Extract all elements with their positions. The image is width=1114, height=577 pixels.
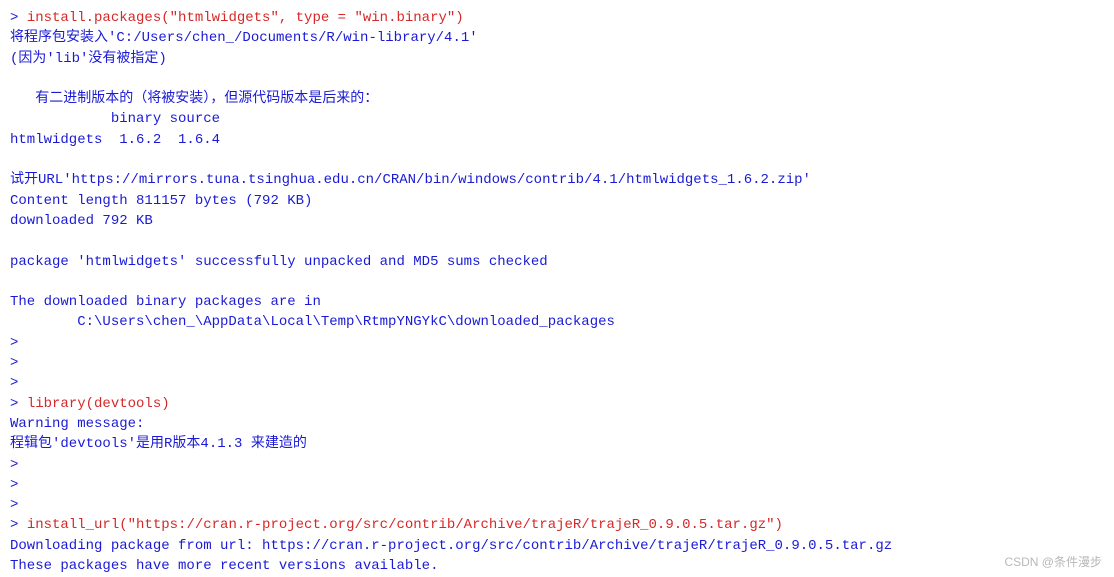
output-text: [10, 233, 18, 249]
output-text: C:\Users\chen_\AppData\Local\Temp\RtmpYN…: [10, 314, 615, 330]
output-text: downloaded 792 KB: [10, 213, 153, 229]
r-console-output[interactable]: > install.packages("htmlwidgets", type =…: [10, 8, 1104, 576]
output-text: 有二进制版本的（将被安装），但源代码版本是后来的：: [10, 91, 378, 107]
prompt: >: [10, 396, 27, 412]
output-text: Warning message:: [10, 416, 144, 432]
prompt: >: [10, 335, 27, 351]
console-line: Content length 811157 bytes (792 KB): [10, 191, 1104, 211]
console-line: 将程序包安装入'C:/Users/chen_/Documents/R/win-l…: [10, 28, 1104, 48]
console-line: [10, 231, 1104, 251]
console-line: [10, 272, 1104, 292]
console-line: 试开URL'https://mirrors.tuna.tsinghua.edu.…: [10, 170, 1104, 190]
output-text: These packages have more recent versions…: [10, 558, 438, 574]
output-text: 将程序包安装入'C:/Users/chen_/Documents/R/win-l…: [10, 30, 478, 46]
console-line: >: [10, 495, 1104, 515]
console-line: [10, 69, 1104, 89]
output-text: binary source: [10, 111, 220, 127]
console-line: > library(devtools): [10, 394, 1104, 414]
output-text: 程辑包'devtools'是用R版本4.1.3 来建造的: [10, 436, 315, 452]
prompt: >: [10, 457, 27, 473]
console-line: > install.packages("htmlwidgets", type =…: [10, 8, 1104, 28]
console-line: Downloading package from url: https://cr…: [10, 536, 1104, 556]
console-line: >: [10, 475, 1104, 495]
console-line: (因为'lib'没有被指定): [10, 49, 1104, 69]
console-line: 程辑包'devtools'是用R版本4.1.3 来建造的: [10, 434, 1104, 454]
console-line: htmlwidgets 1.6.2 1.6.4: [10, 130, 1104, 150]
console-line: >: [10, 455, 1104, 475]
console-line: Warning message:: [10, 414, 1104, 434]
console-line: downloaded 792 KB: [10, 211, 1104, 231]
output-text: Content length 811157 bytes (792 KB): [10, 193, 312, 209]
prompt: >: [10, 375, 27, 391]
console-line: > install_url("https://cran.r-project.or…: [10, 515, 1104, 535]
prompt: >: [10, 477, 27, 493]
output-text: The downloaded binary packages are in: [10, 294, 321, 310]
prompt: >: [10, 517, 27, 533]
output-text: [10, 152, 18, 168]
output-text: [10, 71, 18, 87]
console-line: The downloaded binary packages are in: [10, 292, 1104, 312]
prompt: >: [10, 10, 27, 26]
prompt: >: [10, 355, 27, 371]
prompt: >: [10, 497, 27, 513]
watermark-text: CSDN @条件漫步: [1004, 554, 1102, 571]
console-line: >: [10, 333, 1104, 353]
console-line: >: [10, 373, 1104, 393]
console-line: binary source: [10, 109, 1104, 129]
output-text: htmlwidgets 1.6.2 1.6.4: [10, 132, 220, 148]
console-line: These packages have more recent versions…: [10, 556, 1104, 576]
command-text: install_url("https://cran.r-project.org/…: [27, 517, 783, 533]
output-text: Downloading package from url: https://cr…: [10, 538, 892, 554]
console-line: C:\Users\chen_\AppData\Local\Temp\RtmpYN…: [10, 312, 1104, 332]
output-text: [10, 274, 18, 290]
console-line: 有二进制版本的（将被安装），但源代码版本是后来的：: [10, 89, 1104, 109]
command-text: install.packages("htmlwidgets", type = "…: [27, 10, 464, 26]
output-text: 试开URL'https://mirrors.tuna.tsinghua.edu.…: [10, 172, 811, 188]
output-text: (因为'lib'没有被指定): [10, 51, 167, 67]
console-line: package 'htmlwidgets' successfully unpac…: [10, 252, 1104, 272]
command-text: library(devtools): [27, 396, 170, 412]
output-text: package 'htmlwidgets' successfully unpac…: [10, 254, 548, 270]
console-line: [10, 150, 1104, 170]
console-line: >: [10, 353, 1104, 373]
